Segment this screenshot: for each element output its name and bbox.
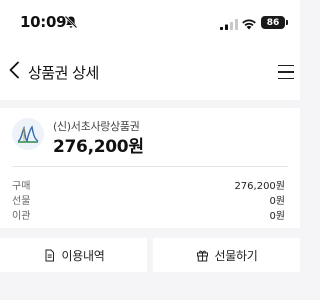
row-label-transfer: 이관 <box>12 211 31 222</box>
row-value-purchase: 276,200원 <box>234 181 285 192</box>
back-button[interactable] <box>2 56 26 84</box>
menu-button[interactable] <box>278 60 300 84</box>
send-gift-label: 선물하기 <box>214 248 258 263</box>
bell-off-icon <box>64 15 78 29</box>
menu-line <box>278 71 294 73</box>
row-value-gift: 0원 <box>269 196 285 207</box>
status-bar: 10:09 86 <box>0 0 300 44</box>
menu-line <box>278 77 294 80</box>
wifi-icon <box>242 19 256 30</box>
row-label-purchase: 구매 <box>12 181 31 192</box>
document-icon <box>45 249 54 261</box>
gift-icon <box>196 250 208 261</box>
row-label-gift: 선물 <box>12 196 31 207</box>
usage-history-label: 이용내역 <box>61 248 105 263</box>
screen: 10:09 86 상품권 상세 (신)서초사랑상품권 276,200원 구매 2… <box>0 0 300 300</box>
status-time: 10:09 <box>20 13 67 31</box>
card-balance: 276,200원 <box>53 137 144 157</box>
battery-level: 86 <box>266 17 280 28</box>
usage-history-button[interactable]: 이용내역 <box>0 238 147 272</box>
send-gift-button[interactable]: 선물하기 <box>153 238 300 272</box>
page-title: 상품권 상세 <box>28 64 99 82</box>
row-value-transfer: 0원 <box>269 211 285 222</box>
gift-card-detail: (신)서초사랑상품권 276,200원 구매 276,200원 선물 0원 이관… <box>0 108 300 228</box>
divider <box>12 166 288 167</box>
chevron-left-icon <box>9 61 19 79</box>
battery-tip <box>286 20 288 25</box>
battery-icon: 86 <box>261 16 285 29</box>
nav-bar: 상품권 상세 <box>0 44 300 100</box>
signal-icon <box>220 19 238 30</box>
brand-logo <box>12 118 44 150</box>
menu-line <box>278 64 294 67</box>
